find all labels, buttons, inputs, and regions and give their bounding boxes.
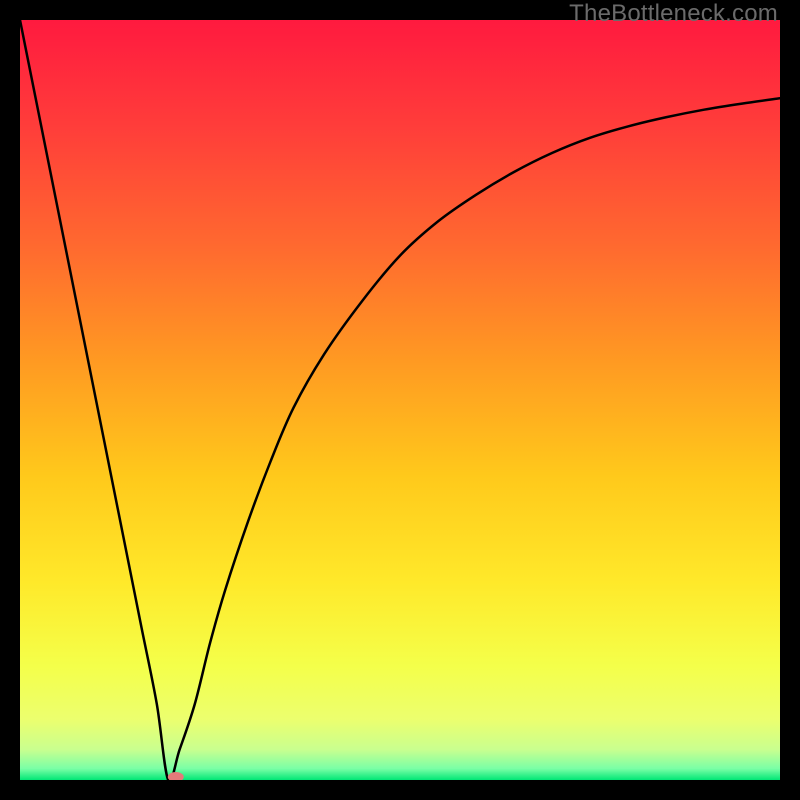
watermark-text: TheBottleneck.com — [569, 0, 778, 28]
chart-frame: TheBottleneck.com — [0, 0, 800, 800]
plot-area — [20, 20, 780, 780]
gradient-background — [20, 20, 780, 780]
chart-svg — [20, 20, 780, 780]
